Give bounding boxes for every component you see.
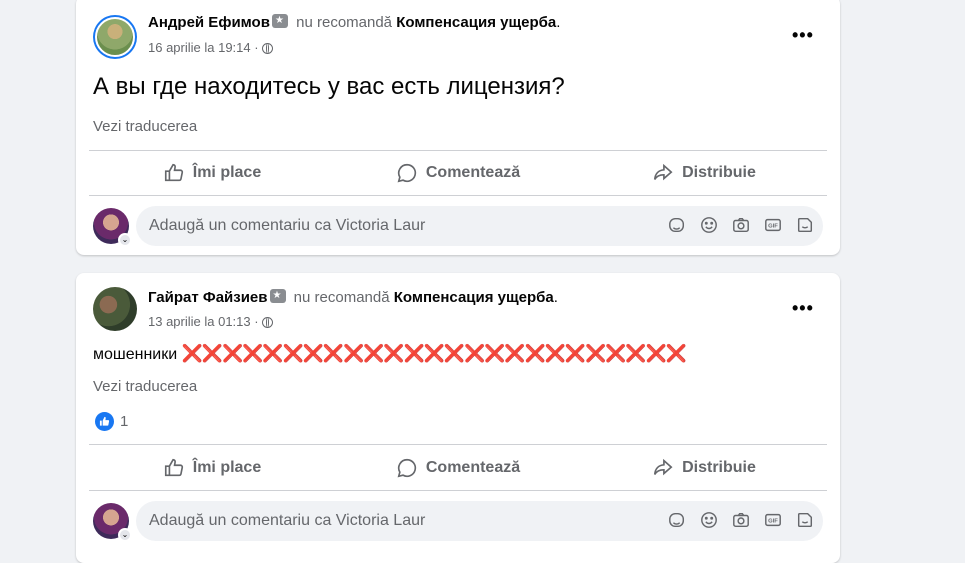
viewer-avatar[interactable]: ⌄ [93, 503, 132, 542]
share-arrow-icon [654, 458, 673, 476]
share-arrow-icon [654, 163, 673, 181]
comment-bubble-icon [397, 163, 416, 183]
comment-button[interactable]: Comentează [335, 448, 581, 488]
comment-label: Comentează [425, 164, 521, 181]
period: . [553, 289, 558, 306]
svg-text:GIF: GIF [768, 519, 778, 525]
public-globe-icon [261, 317, 273, 328]
divider [89, 150, 827, 151]
chevron-down-icon[interactable]: ⌄ [118, 528, 132, 542]
author-avatar[interactable] [93, 15, 137, 59]
emoji-icon[interactable] [699, 215, 719, 235]
comment-composer: ⌄ Adaugă un comentariu ca Victoria Laur … [93, 206, 823, 247]
review-badge-icon [269, 289, 286, 303]
comment-label: Comentează [425, 459, 521, 476]
emoji-icon[interactable] [699, 510, 719, 530]
comment-input[interactable]: Adaugă un comentariu ca Victoria Laur GI… [136, 206, 823, 246]
comment-button[interactable]: Comentează [335, 153, 581, 193]
gif-icon[interactable]: GIF [763, 510, 783, 530]
timestamp-link[interactable]: 16 aprilie la 19:14 [148, 40, 251, 55]
post-card: Гайрат Файзиев nu recomandă Компенсация … [76, 273, 840, 563]
page-name-link[interactable]: Компенсация ущерба [394, 289, 554, 306]
reaction-summary[interactable]: 1 [95, 412, 128, 431]
post-meta: 16 aprilie la 19:14 · [148, 40, 273, 55]
like-button[interactable]: Îmi place [89, 153, 335, 193]
post-header: Андрей Ефимов nu recomandă Компенсация у… [148, 14, 560, 31]
cross-mark-emojis: ❌❌❌❌❌❌❌❌❌❌❌❌❌❌❌❌❌❌❌❌❌❌❌❌❌ [181, 344, 687, 363]
review-badge-icon [271, 14, 288, 28]
post-header: Гайрат Файзиев nu recomandă Компенсация … [148, 289, 558, 306]
like-button[interactable]: Îmi place [89, 448, 335, 488]
share-button[interactable]: Distribuie [581, 153, 827, 193]
author-name[interactable]: Гайрат Файзиев [148, 289, 268, 306]
share-label: Distribuie [682, 459, 756, 476]
post-card: Андрей Ефимов nu recomandă Компенсация у… [76, 0, 840, 255]
avatar-sticker-icon[interactable] [667, 510, 687, 530]
camera-icon[interactable] [731, 510, 751, 530]
share-button[interactable]: Distribuie [581, 448, 827, 488]
comment-composer: ⌄ Adaugă un comentariu ca Victoria Laur … [93, 501, 823, 542]
comment-input[interactable]: Adaugă un comentariu ca Victoria Laur GI… [136, 501, 823, 541]
recommend-status: nu recomandă [293, 289, 390, 306]
more-options-button[interactable]: ••• [792, 299, 813, 319]
post-body: мошенники ❌❌❌❌❌❌❌❌❌❌❌❌❌❌❌❌❌❌❌❌❌❌❌❌❌ [93, 344, 687, 364]
author-name[interactable]: Андрей Ефимов [148, 14, 270, 31]
gif-icon[interactable]: GIF [763, 215, 783, 235]
comment-placeholder: Adaugă un comentariu ca Victoria Laur [149, 217, 426, 234]
like-label: Îmi place [192, 164, 262, 181]
thumbs-up-icon [164, 163, 183, 182]
sticker-icon[interactable] [795, 510, 815, 530]
avatar-sticker-icon[interactable] [667, 215, 687, 235]
see-translation-link[interactable]: Vezi traducerea [93, 118, 197, 135]
share-label: Distribuie [682, 164, 756, 181]
page-name-link[interactable]: Компенсация ущерба [396, 14, 556, 31]
comment-placeholder: Adaugă un comentariu ca Victoria Laur [149, 512, 426, 529]
post-body: А вы где находитесь у вас есть лицензия? [93, 73, 565, 100]
comment-tools: GIF [667, 215, 815, 235]
thumbs-up-icon [164, 458, 183, 477]
sticker-icon[interactable] [795, 215, 815, 235]
post-actions: Îmi place Comentează Distribuie [89, 448, 827, 488]
reaction-count: 1 [120, 413, 129, 430]
chevron-down-icon[interactable]: ⌄ [118, 233, 132, 247]
timestamp-link[interactable]: 13 aprilie la 01:13 [148, 314, 251, 329]
see-translation-link[interactable]: Vezi traducerea [93, 378, 197, 395]
post-meta: 13 aprilie la 01:13 · [148, 314, 273, 329]
meta-separator: · [254, 314, 259, 329]
post-body-text: мошенники [93, 346, 178, 363]
camera-icon[interactable] [731, 215, 751, 235]
post-actions: Îmi place Comentează Distribuie [89, 153, 827, 193]
meta-separator: · [254, 40, 259, 55]
author-avatar[interactable] [93, 287, 137, 331]
public-globe-icon [261, 43, 273, 54]
svg-text:GIF: GIF [768, 224, 778, 230]
comment-bubble-icon [397, 458, 416, 478]
like-reaction-icon [95, 412, 114, 431]
divider [89, 444, 827, 445]
recommend-status: nu recomandă [296, 14, 393, 31]
divider [89, 490, 827, 491]
period: . [556, 14, 561, 31]
comment-tools: GIF [667, 510, 815, 530]
more-options-button[interactable]: ••• [792, 26, 813, 46]
divider [89, 195, 827, 196]
viewer-avatar[interactable]: ⌄ [93, 208, 132, 247]
like-label: Îmi place [192, 459, 262, 476]
